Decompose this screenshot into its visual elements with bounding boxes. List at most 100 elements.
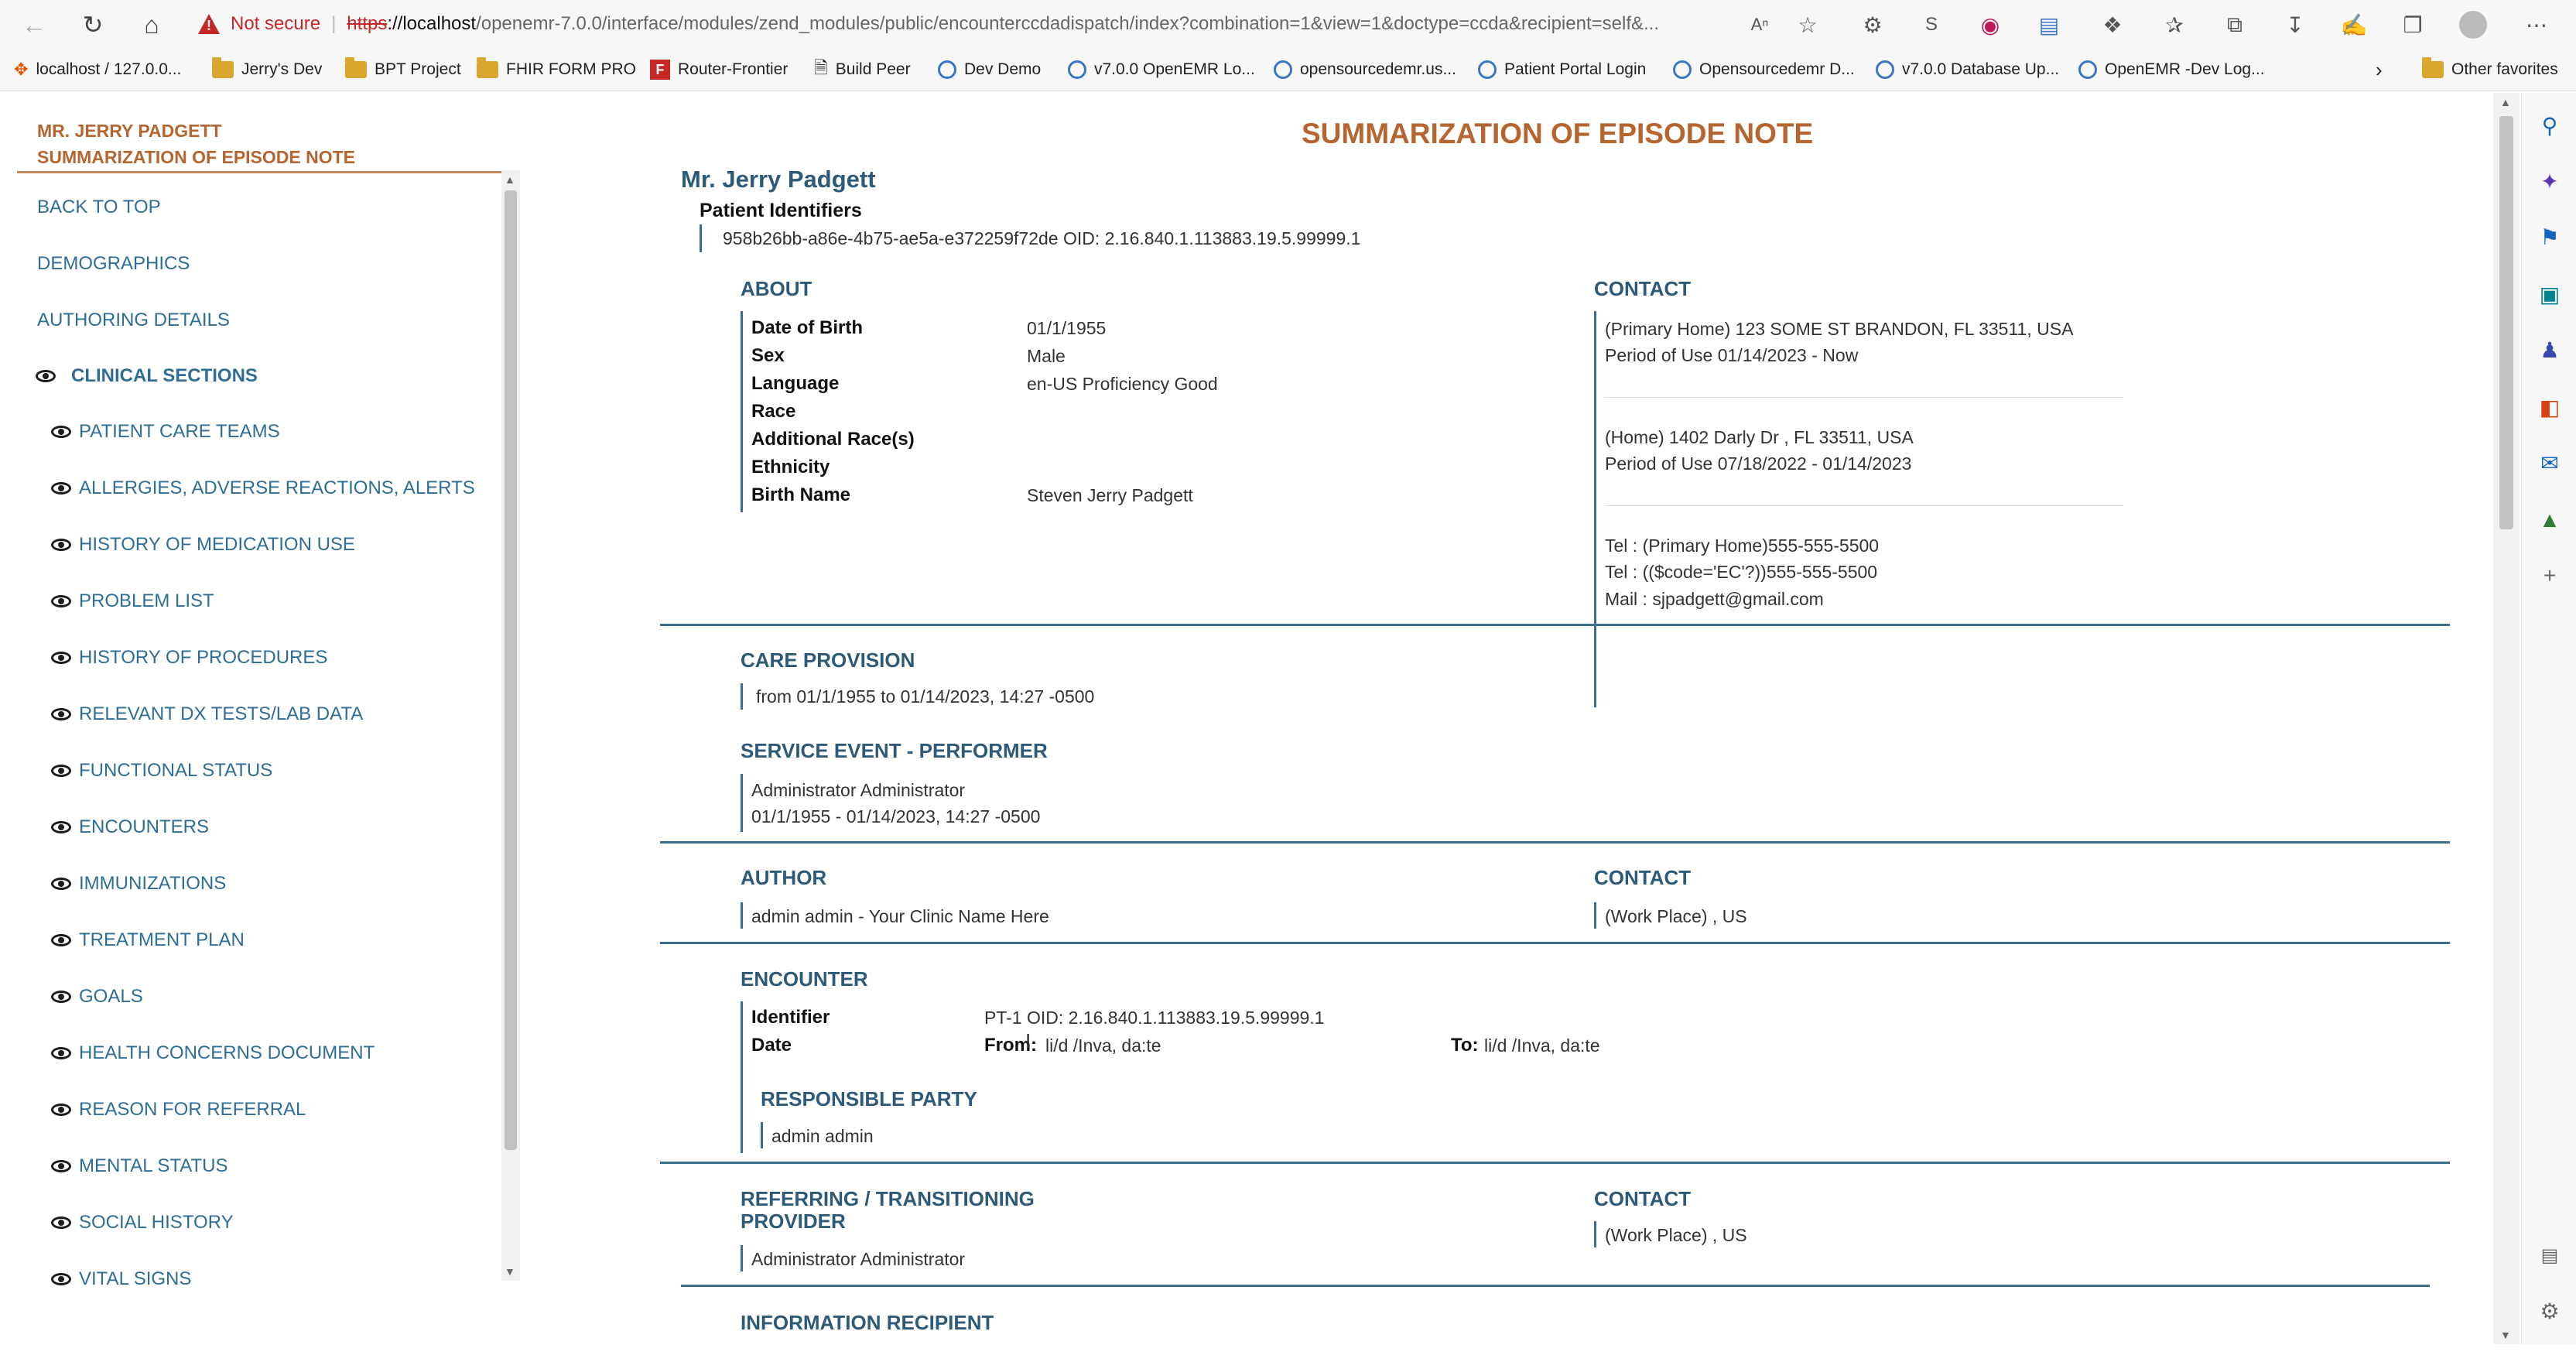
tree-icon[interactable]: ▲ <box>2536 506 2564 534</box>
scroll-up-arrow-icon[interactable]: ▲ <box>505 173 515 186</box>
favorite-star-icon[interactable]: ☆ <box>1792 9 1823 40</box>
performance-icon[interactable]: ✍ <box>2338 9 2369 40</box>
read-aloud-icon[interactable]: Aⁿ <box>1744 9 1775 40</box>
hide-sidebar-icon[interactable]: ▤ <box>2536 1241 2564 1269</box>
contact-tel-primary: Tel : (Primary Home)555-555-5500 <box>1605 536 1880 556</box>
nav-procedures[interactable]: HISTORY OF PROCEDURES <box>79 647 327 669</box>
bookmark-opensourcedemr[interactable]: opensourcedemr.us... <box>1274 54 1456 85</box>
nav-goals[interactable]: GOALS <box>79 986 143 1008</box>
tools-icon[interactable]: ▣ <box>2536 280 2564 308</box>
more-menu-icon[interactable]: ⋯ <box>2521 9 2552 40</box>
bookmark-bpt-project[interactable]: BPT Project <box>345 54 461 85</box>
eye-icon[interactable] <box>51 708 71 720</box>
settings-gear-icon[interactable]: ⚙ <box>2536 1297 2564 1325</box>
bookmark-patient-portal[interactable]: Patient Portal Login <box>1478 54 1646 85</box>
nav-patient-care-teams[interactable]: PATIENT CARE TEAMS <box>79 421 280 443</box>
nav-health-concerns[interactable]: HEALTH CONCERNS DOCUMENT <box>79 1042 375 1064</box>
main-scroll-thumb[interactable] <box>2499 116 2513 529</box>
nav-social-history[interactable]: SOCIAL HISTORY <box>79 1212 234 1234</box>
home-icon[interactable]: ⌂ <box>135 8 169 42</box>
eye-icon[interactable] <box>36 370 56 382</box>
eye-icon[interactable] <box>51 652 71 664</box>
eye-icon[interactable] <box>51 426 71 438</box>
color-picker-icon[interactable]: ◉ <box>1975 9 2006 40</box>
nav-problem-list[interactable]: PROBLEM LIST <box>79 590 214 612</box>
eye-icon[interactable] <box>51 1160 71 1172</box>
bookmark-build-peer[interactable]: 🗎 Build Peer <box>814 54 911 85</box>
eye-icon[interactable] <box>51 1047 71 1059</box>
eye-icon[interactable] <box>51 1104 71 1116</box>
nav-medication-history[interactable]: HISTORY OF MEDICATION USE <box>79 534 355 556</box>
eye-icon[interactable] <box>51 821 71 833</box>
extension-gear-icon[interactable]: ⚙ <box>1857 9 1888 40</box>
globe-icon <box>1876 60 1894 79</box>
eye-icon[interactable] <box>51 991 71 1003</box>
not-secure-label[interactable]: Not secure <box>231 13 320 35</box>
nav-vital-signs[interactable]: VITAL SIGNS <box>79 1268 191 1290</box>
nav-allergies[interactable]: ALLERGIES, ADVERSE REACTIONS, ALERTS <box>79 477 475 499</box>
eye-icon[interactable] <box>51 482 71 494</box>
bookmark-openemr-dev-log[interactable]: OpenEMR -Dev Log... <box>2078 54 2265 85</box>
eye-icon[interactable] <box>51 1217 71 1229</box>
extension-s-icon[interactable]: S <box>1916 9 1947 40</box>
address-bar[interactable]: ! Not secure | https://localhost/openemr… <box>198 6 1846 42</box>
bookmark-router-frontier[interactable]: F Router-Frontier <box>650 54 788 85</box>
referring-contact-heading: CONTACT <box>1594 1187 1692 1210</box>
bookmark-database-up[interactable]: v7.0.0 Database Up... <box>1876 54 2059 85</box>
add-icon[interactable]: + <box>2536 562 2564 590</box>
nav-encounters[interactable]: ENCOUNTERS <box>79 816 209 838</box>
nav-treatment-plan[interactable]: TREATMENT PLAN <box>79 929 245 951</box>
profile-avatar-icon[interactable] <box>2458 9 2489 40</box>
nav-authoring-details[interactable]: AUTHORING DETAILS <box>37 310 230 331</box>
eye-icon[interactable] <box>51 595 71 607</box>
copilot-icon[interactable]: ✦ <box>2536 167 2564 195</box>
shopping-tag-icon[interactable]: ⚑ <box>2536 223 2564 251</box>
main-scrollbar[interactable]: ▲ ▼ <box>2493 93 2520 1344</box>
collections-icon[interactable]: ⧉ <box>2219 9 2250 40</box>
reload-icon[interactable]: ↻ <box>76 8 110 42</box>
scroll-down-arrow-icon[interactable]: ▼ <box>505 1265 515 1278</box>
bookmark-opensourcedemr-d[interactable]: Opensourcedemr D... <box>1673 54 1855 85</box>
favorites-icon[interactable]: ✰ <box>2159 9 2190 40</box>
scroll-up-arrow-icon[interactable]: ▲ <box>2500 96 2511 108</box>
section-divider <box>660 1162 2450 1164</box>
nav-functional-status[interactable]: FUNCTIONAL STATUS <box>79 760 272 782</box>
bookmark-openemr-login[interactable]: v7.0.0 OpenEMR Lo... <box>1068 54 1255 85</box>
sidebar-scrollbar[interactable]: ▲ ▼ <box>501 170 520 1281</box>
bookmark-localhost[interactable]: ✥ localhost / 127.0.0... <box>14 54 181 85</box>
globe-icon <box>2078 60 2097 79</box>
nav-demographics[interactable]: DEMOGRAPHICS <box>37 253 190 275</box>
section-divider <box>660 942 2450 944</box>
sidebar-scroll-thumb[interactable] <box>505 190 517 1150</box>
download-icon[interactable]: ↧ <box>2280 9 2311 40</box>
eye-icon[interactable] <box>51 934 71 946</box>
bookmark-dev-demo[interactable]: Dev Demo <box>938 54 1041 85</box>
nav-dx-tests[interactable]: RELEVANT DX TESTS/LAB DATA <box>79 703 363 725</box>
extensions-puzzle-icon[interactable]: ❖ <box>2097 9 2128 40</box>
nav-reason-for-referral[interactable]: REASON FOR REFERRAL <box>79 1099 306 1121</box>
search-icon[interactable]: ⚲ <box>2536 111 2564 139</box>
sidebar-document-title: SUMMARIZATION OF EPISODE NOTE <box>37 147 356 167</box>
nav-mental-status[interactable]: MENTAL STATUS <box>79 1155 227 1177</box>
nav-immunizations[interactable]: IMMUNIZATIONS <box>79 873 226 895</box>
bookmark-other-favorites[interactable]: Other favorites <box>2422 54 2558 85</box>
bookmarks-overflow-icon[interactable]: › <box>2376 54 2383 85</box>
eye-icon[interactable] <box>51 539 71 551</box>
bookmark-jerrys-dev[interactable]: Jerry's Dev <box>212 54 322 85</box>
office-icon[interactable]: ◧ <box>2536 393 2564 421</box>
eye-icon[interactable] <box>51 1273 71 1285</box>
split-screen-icon[interactable]: ❐ <box>2397 9 2428 40</box>
bookmark-fhir-form-pro[interactable]: FHIR FORM PRO <box>477 54 636 85</box>
nav-back-to-top[interactable]: BACK TO TOP <box>37 197 161 218</box>
globe-icon <box>1068 60 1086 79</box>
people-icon[interactable]: ♟ <box>2536 336 2564 364</box>
referring-provider-text: Administrator Administrator <box>751 1249 966 1269</box>
eye-icon[interactable] <box>51 878 71 890</box>
scroll-down-arrow-icon[interactable]: ▼ <box>2500 1329 2511 1341</box>
extension-icon[interactable]: ▤ <box>2034 9 2065 40</box>
contact-address-primary: (Primary Home) 123 SOME ST BRANDON, FL 3… <box>1605 319 2074 339</box>
nav-clinical-sections[interactable]: CLINICAL SECTIONS <box>71 365 258 387</box>
outlook-icon[interactable]: ✉ <box>2536 449 2564 477</box>
back-icon[interactable]: ← <box>17 8 51 42</box>
eye-icon[interactable] <box>51 765 71 777</box>
